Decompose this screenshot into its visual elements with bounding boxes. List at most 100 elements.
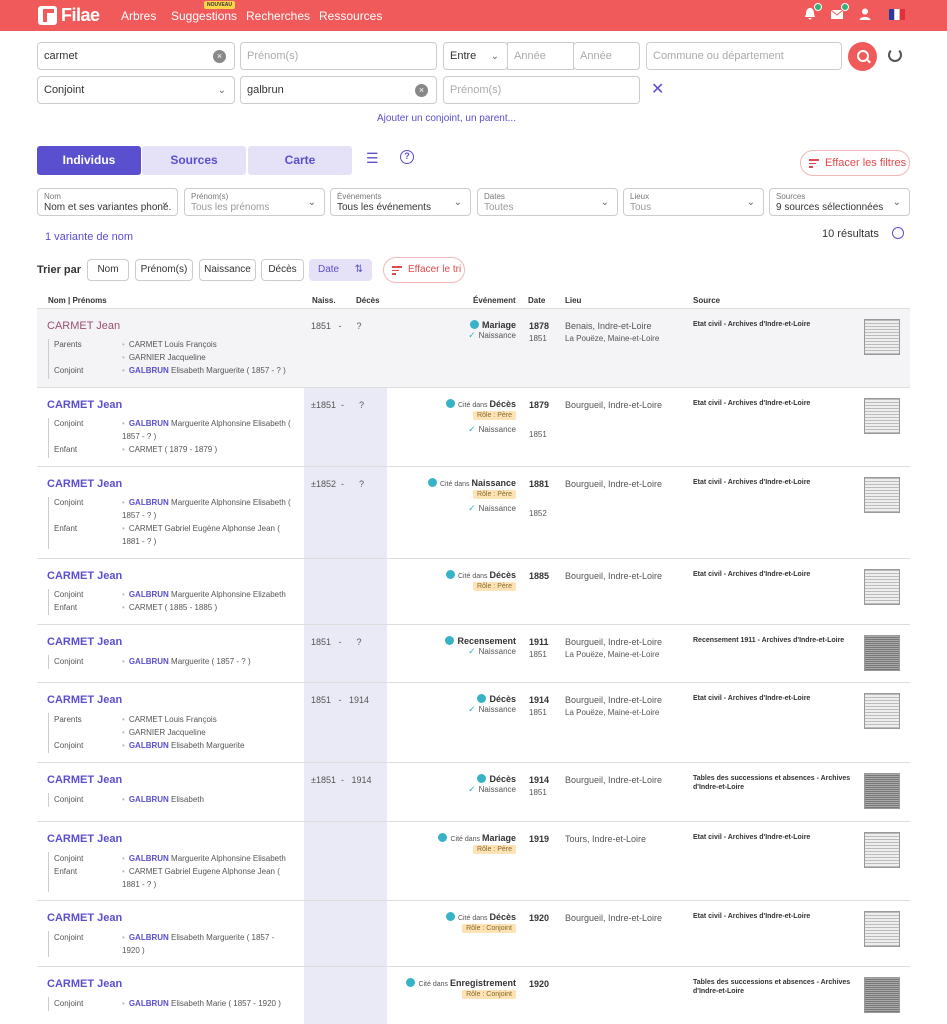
table-row[interactable]: CARMET Jean Conjoint • GALBRUN Elisabeth … (37, 967, 910, 1024)
filter-label: Dates (484, 192, 505, 201)
person-name[interactable]: CARMET Jean (47, 833, 122, 845)
check-icon (445, 399, 455, 408)
filter-evenements[interactable]: Événements Tous les événements ⌄ (330, 188, 471, 216)
sort-prenoms-button[interactable]: Prénom(s) (135, 259, 193, 281)
document-thumbnail[interactable] (864, 635, 900, 671)
document-thumbnail[interactable] (864, 398, 900, 434)
nav-recherches[interactable]: Recherches (246, 9, 310, 23)
user-icon[interactable] (858, 7, 872, 21)
table-row[interactable]: CARMET Jean Conjoint • GALBRUN Marguerite… (37, 559, 910, 625)
person-name[interactable]: CARMET Jean (47, 912, 122, 924)
date-range-select[interactable]: Entre ⌄ (443, 42, 508, 70)
filter-nom[interactable]: Nom Nom et ses variantes phoné... ⌄ (37, 188, 178, 216)
chevron-down-icon: ⌄ (217, 85, 226, 96)
source-name[interactable]: Etat civil - Archives d'Indre-et-Loire (693, 320, 859, 329)
name-variant-link[interactable]: 1 variante de nom (45, 231, 133, 243)
sort-deces-button[interactable]: Décès (261, 259, 304, 281)
person-name[interactable]: CARMET Jean (47, 774, 122, 786)
flag-fr-icon[interactable] (889, 9, 905, 20)
check-icon (427, 478, 437, 487)
document-thumbnail[interactable] (864, 477, 900, 513)
nav-ressources[interactable]: Ressources (319, 9, 382, 23)
search-button[interactable] (848, 42, 877, 71)
table-row[interactable]: CARMET Jean Conjoint • GALBRUN Marguerite… (37, 467, 910, 559)
document-thumbnail[interactable] (864, 911, 900, 947)
source-name[interactable]: Etat civil - Archives d'Indre-et-Loire (693, 833, 859, 842)
document-thumbnail[interactable] (864, 977, 900, 1013)
remove-relation-icon[interactable]: ✕ (651, 79, 664, 99)
name-input[interactable]: carmet × (37, 42, 235, 70)
settings-sliders-icon[interactable]: ☰ (366, 150, 379, 167)
clear-relation-name-icon[interactable]: × (415, 84, 428, 97)
source-name[interactable]: Etat civil - Archives d'Indre-et-Loire (693, 912, 859, 921)
person-name[interactable]: CARMET Jean (47, 694, 122, 706)
tab-carte[interactable]: Carte (248, 146, 352, 175)
filter-icon (392, 266, 402, 277)
relation-label: Conjoint (54, 741, 84, 750)
reset-icon[interactable] (888, 48, 902, 62)
clear-filters-button[interactable]: Effacer les filtres (800, 150, 910, 176)
nav-suggestions[interactable]: Suggestions (171, 9, 237, 23)
table-row[interactable]: CARMET Jean Parents • CARMET Louis Franço… (37, 683, 910, 763)
relation-name-input[interactable]: galbrun × (240, 76, 437, 104)
table-row[interactable]: CARMET Jean Conjoint • GALBRUN Marguerite… (37, 822, 910, 901)
table-row[interactable]: CARMET Jean Conjoint • GALBRUN Marguerite… (37, 388, 910, 467)
clear-name-icon[interactable]: × (213, 50, 226, 63)
history-icon[interactable] (892, 227, 904, 239)
relation-select[interactable]: Conjoint ⌄ (37, 76, 235, 104)
source-name[interactable]: Tables des successions et absences - Arc… (693, 978, 859, 996)
table-header: Nom | Prénoms Naiss. Décès Événement Dat… (37, 293, 910, 309)
source-name[interactable]: Etat civil - Archives d'Indre-et-Loire (693, 570, 859, 579)
help-icon[interactable]: ? (400, 150, 414, 164)
tab-sources[interactable]: Sources (142, 146, 246, 175)
tab-individus[interactable]: Individus (37, 146, 141, 175)
sort-naissance-button[interactable]: Naissance (199, 259, 256, 281)
table-row[interactable]: CARMET Jean Conjoint • GALBRUN Elisabeth … (37, 901, 910, 967)
relation-label: Conjoint (54, 366, 84, 375)
table-row[interactable]: CARMET Jean Parents • CARMET Louis Franço… (37, 309, 910, 388)
source-name[interactable]: Tables des successions et absences - Arc… (693, 774, 859, 792)
relation-value: • GALBRUN Marguerite ( 1857 - ? ) (122, 657, 251, 666)
filter-dates[interactable]: Dates Toutes ⌄ (477, 188, 618, 216)
table-row[interactable]: CARMET Jean Conjoint • GALBRUN Elisabeth … (37, 763, 910, 822)
add-relation-link[interactable]: Ajouter un conjoint, un parent... (377, 113, 516, 124)
birth-death: ±1851 - ? (311, 400, 364, 410)
document-thumbnail[interactable] (864, 832, 900, 868)
source-name[interactable]: Etat civil - Archives d'Indre-et-Loire (693, 399, 859, 408)
firstname-input[interactable]: Prénom(s) (240, 42, 437, 70)
table-row[interactable]: CARMET Jean Conjoint • GALBRUN Marguerite… (37, 625, 910, 683)
clear-sort-button[interactable]: Effacer le tri (383, 257, 465, 283)
check-icon (445, 636, 455, 645)
person-name[interactable]: CARMET Jean (47, 570, 122, 582)
source-name[interactable]: Etat civil - Archives d'Indre-et-Loire (693, 694, 859, 703)
year-to-input[interactable]: Année (573, 42, 640, 70)
relations-bar (48, 497, 49, 549)
source-name[interactable]: Etat civil - Archives d'Indre-et-Loire (693, 478, 859, 487)
place-input[interactable]: Commune ou département (646, 42, 842, 70)
event-year: 1851 (529, 430, 547, 439)
person-name[interactable]: CARMET Jean (47, 978, 122, 990)
nav-arbres[interactable]: Arbres (121, 9, 156, 23)
sort-nom-button[interactable]: Nom (87, 259, 129, 281)
year-from-input[interactable]: Année (507, 42, 574, 70)
document-thumbnail[interactable] (864, 693, 900, 729)
sort-date-button[interactable]: Date ⇅ (309, 259, 372, 281)
filter-lieux[interactable]: Lieux Tous ⌄ (623, 188, 764, 216)
person-name[interactable]: CARMET Jean (47, 320, 120, 332)
person-name[interactable]: CARMET Jean (47, 478, 122, 490)
document-thumbnail[interactable] (864, 319, 900, 355)
person-name[interactable]: CARMET Jean (47, 399, 122, 411)
relation-label: Conjoint (54, 590, 84, 599)
person-name[interactable]: CARMET Jean (47, 636, 122, 648)
relations-bar (48, 997, 49, 1011)
check-icon (445, 912, 455, 921)
relation-firstname-input[interactable]: Prénom(s) (443, 76, 640, 104)
filae-logo[interactable]: Filae (38, 5, 100, 25)
filter-sources[interactable]: Sources 9 sources sélectionnées ⌄ (769, 188, 910, 216)
filter-prenoms[interactable]: Prénom(s) Tous les prénoms ⌄ (184, 188, 325, 216)
source-name[interactable]: Recensement 1911 - Archives d'Indre-et-L… (693, 636, 859, 645)
document-thumbnail[interactable] (864, 569, 900, 605)
document-thumbnail[interactable] (864, 773, 900, 809)
event-year: 1885 (529, 571, 550, 581)
relation-value: • GALBRUN Marguerite Alphonsine Elisabeth… (122, 419, 291, 441)
